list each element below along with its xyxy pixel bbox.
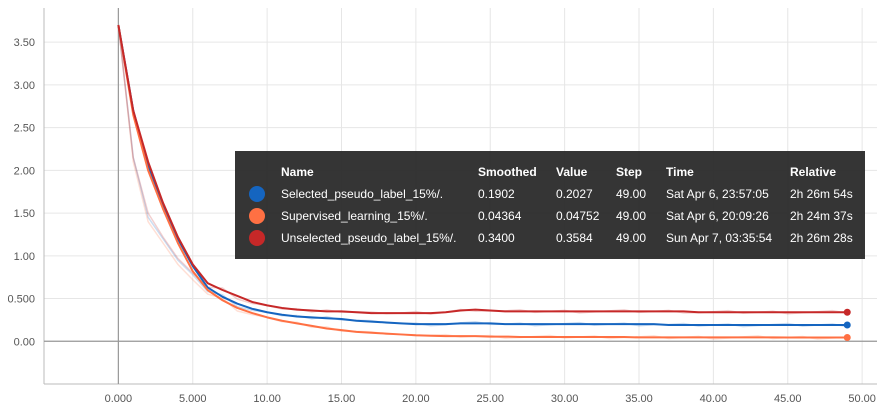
y-tick-label: 0.00	[14, 336, 35, 348]
tooltip-row-name: Supervised_learning_15%/.	[281, 209, 428, 223]
y-tick-label: 3.50	[14, 37, 35, 49]
tooltip-row-step: 49.00	[616, 231, 647, 245]
tooltip-header-name: Name	[281, 165, 314, 179]
series-end-point	[843, 321, 851, 329]
tooltip-row-smoothed: 0.3400	[478, 231, 515, 245]
x-tick-label: 15.00	[328, 393, 356, 405]
tooltip-header-swatch	[235, 161, 275, 183]
tooltip-row-time: Sat Apr 6, 23:57:05	[666, 187, 769, 201]
y-tick-label: 2.00	[14, 165, 35, 177]
series-end-point	[843, 334, 851, 342]
tooltip-header-row: Name Smoothed Value Step Time Relative	[235, 161, 859, 183]
series-end-point	[843, 308, 851, 316]
tooltip-row-value: 0.3584	[556, 231, 593, 245]
tooltip-row-relative: 2h 24m 37s	[790, 209, 853, 223]
tooltip-row-swatch	[235, 227, 275, 249]
tooltip-row: Supervised_learning_15%/. 0.04364 0.0475…	[235, 205, 859, 227]
tooltip-row-swatch	[235, 183, 275, 205]
hover-tooltip: Name Smoothed Value Step Time Relative S…	[235, 151, 865, 259]
x-tick-label: 0.000	[105, 393, 133, 405]
tooltip-table: Name Smoothed Value Step Time Relative S…	[235, 161, 859, 249]
x-tick-label: 5.000	[179, 393, 207, 405]
tooltip-row-smoothed: 0.1902	[478, 187, 515, 201]
x-tick-label: 20.00	[402, 393, 430, 405]
tooltip-header-step: Step	[616, 165, 643, 179]
series-color-dot	[249, 230, 265, 246]
tooltip-row-value: 0.2027	[556, 187, 593, 201]
tooltip-row: Selected_pseudo_label_15%/. 0.1902 0.202…	[235, 183, 859, 205]
x-tick-label: 10.00	[253, 393, 281, 405]
x-tick-label: 30.00	[551, 393, 579, 405]
tooltip-header-value: Value	[556, 165, 588, 179]
tooltip-header-relative: Relative	[790, 165, 837, 179]
y-tick-label: 1.50	[14, 208, 35, 220]
x-tick-label: 45.00	[774, 393, 802, 405]
tooltip-row-step: 49.00	[616, 209, 647, 223]
tooltip-header-time: Time	[666, 165, 694, 179]
x-tick-label: 35.00	[625, 393, 653, 405]
tooltip-row-value: 0.04752	[556, 209, 600, 223]
x-tick-label: 50.00	[848, 393, 876, 405]
series-end-points	[843, 308, 851, 342]
y-tick-labels: 0.00 0.500 1.00 1.50 2.00 2.50 3.00 3.50	[7, 37, 35, 348]
tooltip-row-relative: 2h 26m 54s	[790, 187, 853, 201]
tooltip-row-time: Sat Apr 6, 20:09:26	[666, 209, 769, 223]
y-tick-label: 0.500	[7, 294, 35, 306]
tooltip-row-name: Unselected_pseudo_label_15%/.	[281, 231, 457, 245]
tooltip-header-smoothed: Smoothed	[478, 165, 537, 179]
tooltip-row-smoothed: 0.04364	[478, 209, 522, 223]
y-tick-label: 2.50	[14, 123, 35, 135]
y-tick-label: 1.00	[14, 251, 35, 263]
tooltip-row-relative: 2h 26m 28s	[790, 231, 853, 245]
tooltip-row-time: Sun Apr 7, 03:35:54	[666, 231, 773, 245]
tooltip-row-name: Selected_pseudo_label_15%/.	[281, 187, 444, 201]
y-tick-label: 3.00	[14, 80, 35, 92]
series-color-dot	[249, 186, 265, 202]
x-tick-labels: 0.000 5.000 10.00 15.00 20.00 25.00 30.00 35.00…	[105, 393, 876, 405]
tooltip-row-swatch	[235, 205, 275, 227]
series-color-dot	[249, 208, 265, 224]
tooltip-row: Unselected_pseudo_label_15%/. 0.3400 0.3…	[235, 227, 859, 249]
tooltip-row-step: 49.00	[616, 187, 647, 201]
x-tick-label: 40.00	[700, 393, 728, 405]
x-tick-label: 25.00	[476, 393, 504, 405]
